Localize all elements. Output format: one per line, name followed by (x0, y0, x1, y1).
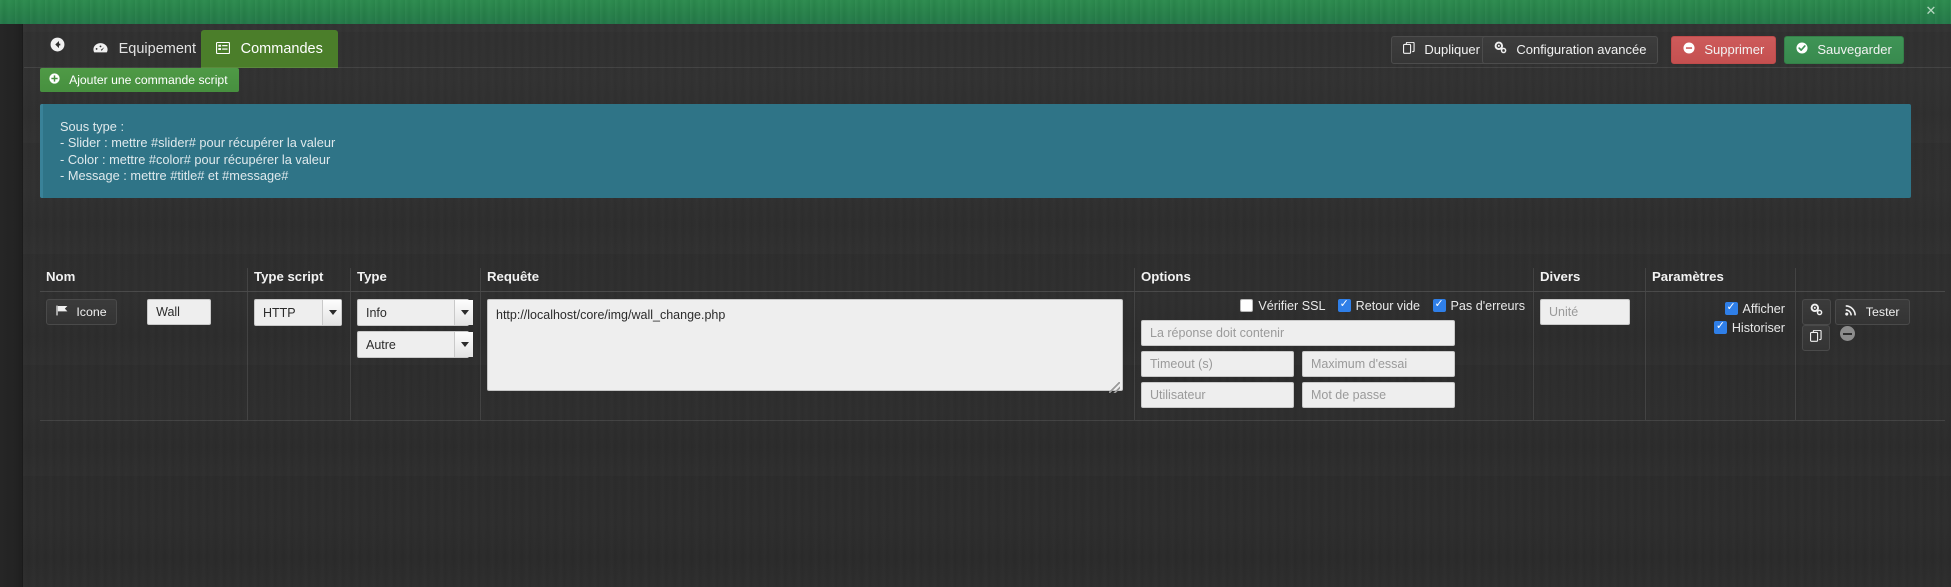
tab-underline (24, 67, 1951, 68)
dupliquer-label: Dupliquer (1424, 42, 1480, 57)
gears-icon (1810, 303, 1823, 319)
table-row: Icone HTTP Info (40, 292, 1945, 421)
unite-input[interactable] (1540, 299, 1630, 325)
cell-parametres: Afficher Historiser (1645, 292, 1795, 421)
verifier-ssl-checkbox[interactable] (1240, 299, 1254, 312)
cell-nom: Icone (40, 292, 247, 421)
maximum-essai-input[interactable] (1302, 351, 1455, 377)
back-arrow-icon[interactable] (47, 37, 67, 57)
cell-type: Info Autre (350, 292, 480, 421)
column-header-parametres: Paramètres (1645, 268, 1795, 291)
add-script-command-label: Ajouter une commande script (69, 73, 228, 87)
retour-vide-checkbox[interactable] (1337, 298, 1351, 312)
copy-icon (1810, 329, 1822, 345)
row-duplicate-button[interactable] (1802, 325, 1830, 351)
type-script-select[interactable]: HTTP (254, 299, 342, 326)
add-script-command-button[interactable]: Ajouter une commande script (40, 68, 239, 92)
list-icon (215, 41, 234, 57)
column-header-divers: Divers (1533, 268, 1645, 291)
minus-circle-icon (1683, 42, 1698, 57)
column-header-type-script: Type script (247, 268, 350, 291)
column-header-type: Type (350, 268, 480, 291)
subtype-select[interactable]: Autre (357, 331, 469, 358)
verifier-ssl-label: Vérifier SSL (1258, 299, 1326, 313)
tab-bar: Equipement Commandes (24, 26, 1951, 68)
retour-vide-label: Retour vide (1355, 299, 1420, 313)
tester-label: Tester (1865, 305, 1900, 319)
flag-icon (56, 305, 71, 319)
pas-erreurs-label: Pas d'erreurs (1450, 299, 1526, 313)
tester-button[interactable]: Tester (1835, 299, 1910, 325)
tab-commandes-label: Commandes (240, 41, 323, 57)
plus-circle-icon (49, 73, 63, 87)
afficher-checkbox[interactable] (1724, 301, 1738, 315)
cell-divers (1533, 292, 1645, 421)
column-header-options: Options (1134, 268, 1533, 291)
column-header-actions (1795, 268, 1945, 291)
gears-icon (1494, 41, 1510, 57)
supprimer-button[interactable]: Supprimer (1671, 36, 1777, 64)
pas-erreurs-checkbox[interactable] (1432, 298, 1446, 312)
subtype-select-wrap: Autre (357, 331, 474, 358)
dupliquer-button[interactable]: Dupliquer (1391, 36, 1492, 64)
timeout-input[interactable] (1141, 351, 1294, 377)
left-sidebar-rail (0, 24, 23, 587)
sauvegarder-button[interactable]: Sauvegarder (1784, 36, 1904, 64)
options-row-credentials (1141, 382, 1527, 408)
sauvegarder-label: Sauvegarder (1817, 42, 1892, 57)
supprimer-label: Supprimer (1704, 42, 1765, 57)
tab-equipement[interactable]: Equipement (78, 30, 211, 68)
info-line-slider: - Slider : mettre #slider# pour récupére… (60, 135, 336, 151)
utilisateur-input[interactable] (1141, 382, 1294, 408)
dashboard-icon (93, 42, 112, 57)
historiser-label: Historiser (1731, 321, 1785, 335)
row-remove-button[interactable] (1840, 326, 1856, 341)
nom-input[interactable] (147, 299, 212, 326)
reponse-contient-input[interactable] (1141, 320, 1455, 346)
cell-requete (480, 292, 1134, 421)
column-header-nom: Nom (46, 269, 76, 284)
row-configure-button[interactable] (1802, 299, 1831, 325)
configuration-avancee-label: Configuration avancée (1516, 42, 1647, 57)
afficher-row: Afficher (1652, 301, 1789, 316)
icone-button[interactable]: Icone (46, 299, 117, 325)
configuration-avancee-button[interactable]: Configuration avancée (1482, 36, 1659, 64)
cell-type-script: HTTP (247, 292, 350, 421)
copy-icon (1403, 41, 1418, 57)
info-line-title: Sous type : (60, 119, 125, 134)
type-select-wrap: Info (357, 299, 474, 326)
type-select[interactable]: Info (357, 299, 469, 326)
commands-table-header: Nom Type script Type Requête Options Div… (40, 268, 1945, 292)
info-line-color: - Color : mettre #color# pour récupérer … (60, 151, 331, 167)
options-row-timeout (1141, 351, 1527, 377)
requete-textarea[interactable] (487, 299, 1123, 391)
subtype-info-panel: Sous type : - Slider : mettre #slider# p… (40, 104, 1911, 198)
rss-icon (1845, 305, 1860, 319)
historiser-checkbox[interactable] (1713, 320, 1727, 334)
window-titlebar: ✕ (0, 0, 1951, 24)
titlebar-texture (0, 0, 1951, 24)
icone-button-label: Icone (76, 305, 107, 319)
requete-textarea-wrap (487, 299, 1123, 396)
check-circle-icon (1796, 42, 1811, 57)
cell-actions: Tester (1795, 292, 1945, 421)
mot-de-passe-input[interactable] (1302, 382, 1455, 408)
cell-options: Vérifier SSL Retour vide Pas d'erreurs (1134, 292, 1533, 421)
options-checkbox-row: Vérifier SSL Retour vide Pas d'erreurs (1141, 298, 1527, 313)
type-script-select-wrap: HTTP (254, 299, 342, 326)
tab-commandes[interactable]: Commandes (201, 30, 338, 68)
tab-equipement-label: Equipement (118, 41, 197, 57)
commands-table: Nom Type script Type Requête Options Div… (40, 268, 1945, 421)
afficher-label: Afficher (1742, 302, 1785, 316)
historiser-row: Historiser (1652, 320, 1789, 335)
info-line-message: - Message : mettre #title# et #message# (60, 168, 289, 184)
close-icon[interactable]: ✕ (1923, 3, 1939, 19)
column-header-requete: Requête (480, 268, 1134, 291)
